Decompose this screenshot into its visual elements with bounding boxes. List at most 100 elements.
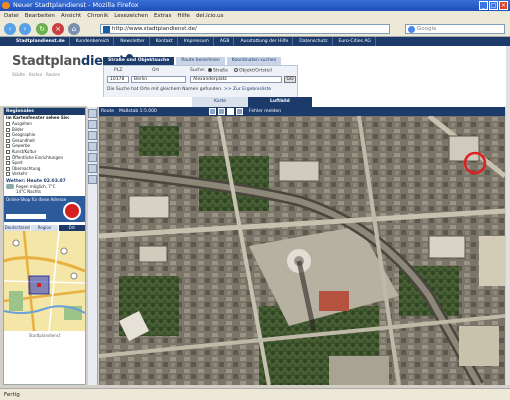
menu-delicious[interactable]: del.icio.us <box>196 11 224 21</box>
site-nav-kontakt[interactable]: Kontakt <box>152 37 178 46</box>
fullscreen-link[interactable]: Fehler melden <box>249 107 281 116</box>
minimize-button[interactable]: _ <box>479 1 488 10</box>
radio-objekt-label: Objekt/Ortsteil <box>239 68 272 74</box>
checkbox-icon[interactable] <box>6 122 10 126</box>
go-button[interactable]: GO <box>284 76 296 83</box>
menu-lesezeichen[interactable]: Lesezeichen <box>114 11 148 21</box>
maximize-button[interactable]: □ <box>489 1 498 10</box>
site-nav-eurocities[interactable]: Euro-Cities AG <box>335 37 376 46</box>
window-titlebar: Neuer Stadtplandienst - Mozilla Firefox … <box>0 0 510 11</box>
radio-strasse[interactable]: Straße <box>208 68 228 74</box>
site-favicon-icon <box>103 26 110 33</box>
info-icon[interactable] <box>88 175 97 184</box>
tab-route[interactable]: Route berechnen <box>176 57 225 65</box>
home-icon[interactable]: ⌂ <box>68 23 80 35</box>
zoom-out-icon[interactable] <box>88 120 97 129</box>
left-sidebar: Regionales Im Kartenfenster sehen Sie: A… <box>3 107 86 385</box>
checkbox-icon[interactable] <box>6 138 10 143</box>
checkbox-icon[interactable] <box>6 155 10 160</box>
zoom-level-3-icon[interactable] <box>227 108 234 115</box>
ort-label: Ort <box>152 68 160 73</box>
checkbox-icon[interactable] <box>6 144 10 149</box>
link-icon[interactable] <box>88 164 97 173</box>
site-nav-newsletter[interactable]: Newsletter <box>116 37 150 46</box>
menu-extras[interactable]: Extras <box>154 11 171 21</box>
checkbox-icon[interactable] <box>6 161 10 166</box>
radio-objekt-dot <box>234 68 238 72</box>
category-label: Öffentliche Einrichtungen <box>12 154 63 160</box>
checkbox-icon[interactable] <box>6 149 10 154</box>
print-icon[interactable] <box>88 153 97 162</box>
firefox-icon <box>2 2 10 9</box>
reload-icon[interactable]: ↻ <box>36 23 48 35</box>
site-nav-kundenbereich[interactable]: Kundenbereich <box>72 37 115 46</box>
shop-ad[interactable]: Online-Shop für diese Adresse <box>4 196 85 223</box>
ad-badge-icon <box>63 202 81 221</box>
ad-title: Online-Shop für diese Adresse <box>6 197 67 203</box>
menu-hilfe[interactable]: Hilfe <box>177 11 190 21</box>
stop-icon[interactable]: × <box>52 23 64 35</box>
weather-line1: Regen möglich, 7°C <box>16 183 56 189</box>
site-nav-home[interactable]: Stadtplandienst.de <box>2 37 70 46</box>
forward-arrow-icon[interactable]: › <box>19 23 31 35</box>
category-label: Übernachtung <box>12 165 41 171</box>
google-icon <box>408 26 415 33</box>
plz-label: PLZ <box>114 68 123 73</box>
site-nav-agb[interactable]: AGB <box>216 37 235 46</box>
search-tabs: Straße und Objektsuche Route berechnen K… <box>103 57 282 65</box>
aerial-map[interactable] <box>99 116 505 385</box>
checkbox-icon[interactable] <box>6 127 10 132</box>
category-item[interactable]: Verkehr <box>4 171 85 177</box>
radio-strasse-label: Straße <box>213 68 228 74</box>
logo-subtitle: Städte · Karten · Routen <box>12 72 61 77</box>
category-label: Kunst/Kultur <box>12 148 37 154</box>
tab-karte[interactable]: Karte <box>192 97 249 107</box>
weather-box: Wetter: Heute 02.03.07 Regen möglich, 7°… <box>4 178 85 196</box>
tab-koordinaten[interactable]: Koordinaten suchen <box>226 57 282 65</box>
checkbox-icon[interactable] <box>6 172 10 177</box>
tab-strassensuche[interactable]: Straße und Objektsuche <box>103 57 175 65</box>
zoom-level-1-icon[interactable] <box>209 108 216 115</box>
search-message-text: Die Suche hat Orte mit gleichem Namen ge… <box>107 87 223 92</box>
menu-datei[interactable]: Datei <box>4 11 19 21</box>
checkbox-icon[interactable] <box>6 166 10 171</box>
checkbox-icon[interactable] <box>6 133 10 138</box>
site-nav-impressum[interactable]: Impressum <box>180 37 214 46</box>
site-nav-hilfe[interactable]: Ausstattung der Hilfe <box>236 37 294 46</box>
menu-chronik[interactable]: Chronik <box>87 11 108 21</box>
ad-bar <box>6 214 46 220</box>
results-link[interactable]: >> Zur Ergebnisliste <box>224 87 271 92</box>
suche-label: Suche: <box>190 68 206 73</box>
address-bar[interactable]: http://www.stadtplandienst.de/ <box>100 24 390 34</box>
street-field[interactable]: Alexanderplatz <box>190 76 282 83</box>
map-view-bar: Karte Luftbild <box>87 97 507 107</box>
plz-field[interactable]: 10178 <box>107 76 129 83</box>
close-button[interactable]: × <box>499 1 508 10</box>
radio-objekt[interactable]: Objekt/Ortsteil <box>234 68 272 74</box>
logo-text-a: Stadtplan <box>12 54 81 69</box>
overview-map[interactable] <box>4 231 85 332</box>
zoom-level-4-icon[interactable] <box>236 108 243 115</box>
pan-icon[interactable] <box>88 131 97 140</box>
back-arrow-icon[interactable]: ‹ <box>4 23 16 35</box>
search-message: Die Suche hat Orte mit gleichem Namen ge… <box>107 87 271 92</box>
address-url: http://www.stadtplandienst.de/ <box>112 26 197 32</box>
menu-bar: Datei Bearbeiten Ansicht Chronik Lesezei… <box>0 11 510 21</box>
category-label: Verkehr <box>12 171 28 177</box>
tab-luftbild[interactable]: Luftbild <box>248 97 312 107</box>
navigation-toolbar: ‹ › ↻ × ⌂ http://www.stadtplandienst.de/… <box>0 21 510 37</box>
overview-map-graphic <box>4 231 85 332</box>
route-label[interactable]: Route <box>101 107 114 116</box>
measure-icon[interactable] <box>88 142 97 151</box>
ort-field[interactable]: Berlin <box>131 76 186 83</box>
category-label: Gesundheit <box>12 137 35 143</box>
menu-ansicht[interactable]: Ansicht <box>61 11 81 21</box>
site-nav-datenschutz[interactable]: Datenschutz <box>295 37 333 46</box>
menu-bearbeiten[interactable]: Bearbeiten <box>25 11 55 21</box>
search-input[interactable]: Google <box>405 24 505 34</box>
weather-line2: 14°C Nachts <box>16 189 41 195</box>
overview-footer: Stadtplandienst <box>28 333 61 339</box>
page-scrollbar[interactable] <box>506 46 510 385</box>
zoom-in-icon[interactable] <box>88 109 97 118</box>
zoom-level-2-icon[interactable] <box>218 108 225 115</box>
